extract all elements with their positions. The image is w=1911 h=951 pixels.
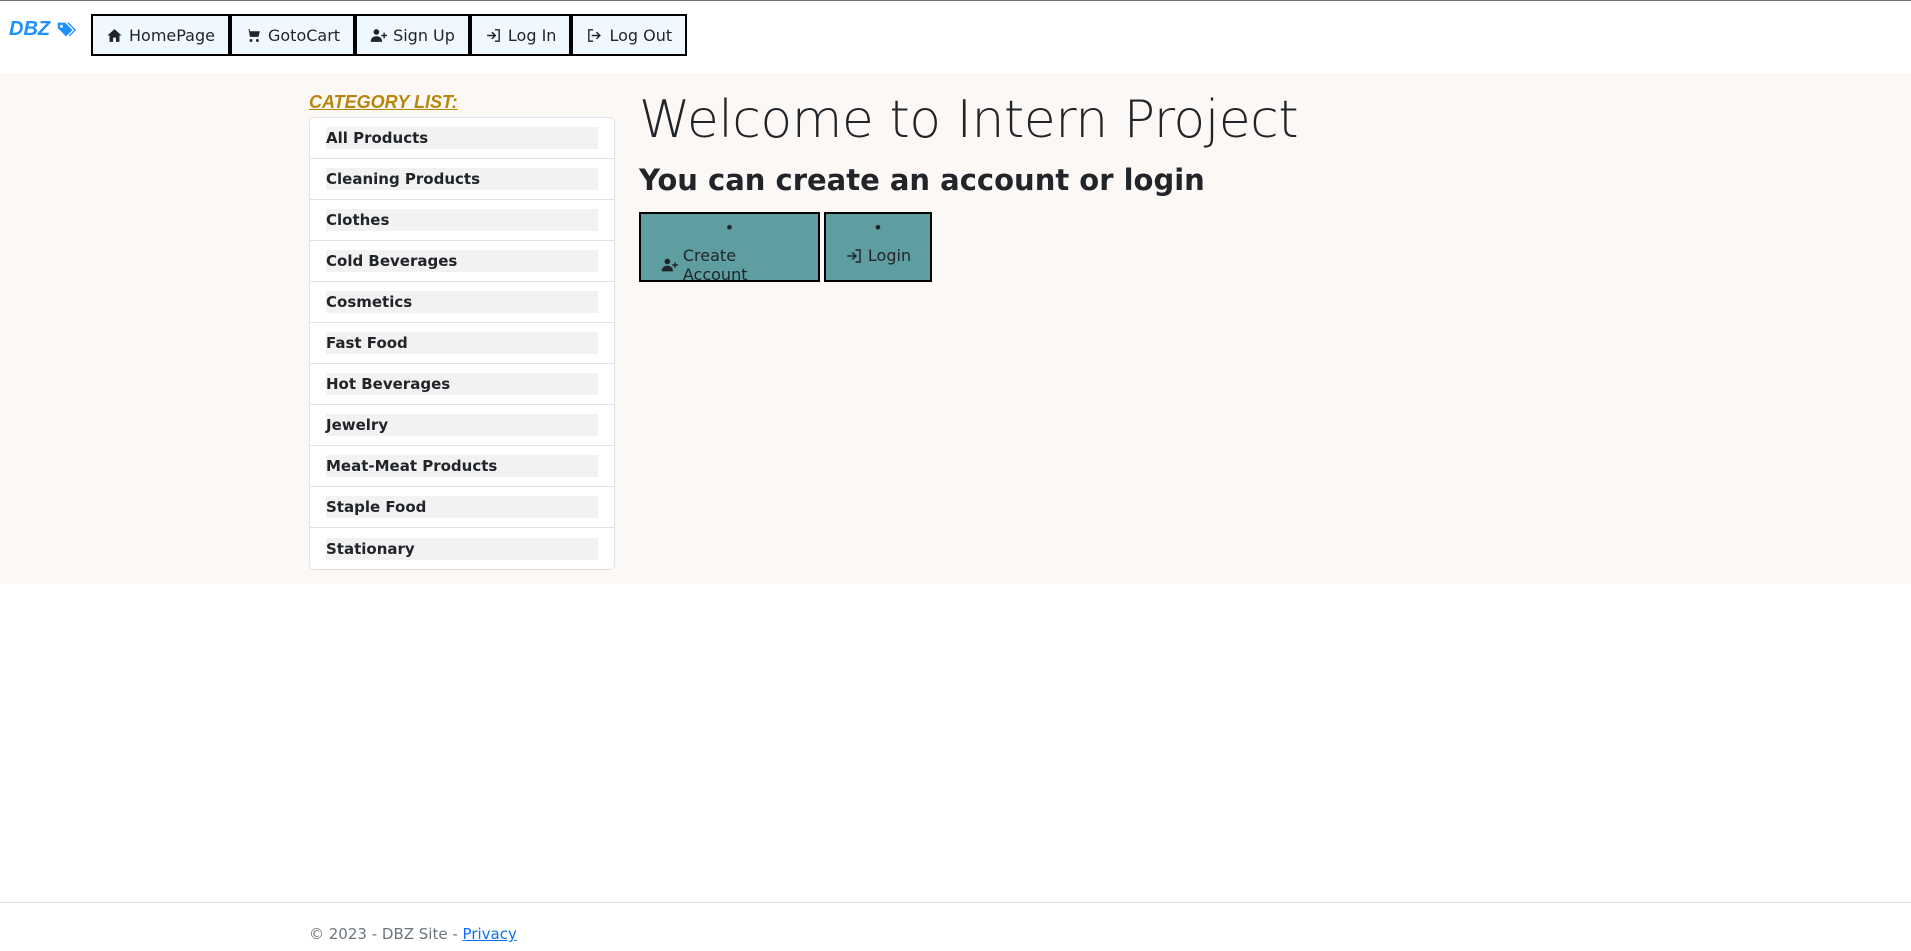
copyright-text: © 2023 - DBZ Site - <box>309 925 463 943</box>
category-item-label[interactable]: Jewelry <box>326 414 598 436</box>
footer: © 2023 - DBZ Site - Privacy <box>0 902 1911 951</box>
category-list-title: CATEGORY LIST: <box>309 92 458 112</box>
category-item-meat-products[interactable]: Meat-Meat Products <box>310 446 614 487</box>
login-button[interactable]: • Login <box>824 212 932 282</box>
category-item-staple-food[interactable]: Staple Food <box>310 487 614 528</box>
login-icon <box>487 28 500 42</box>
category-item-label[interactable]: Hot Beverages <box>326 373 598 395</box>
login-content: Login <box>845 246 911 265</box>
category-item-label[interactable]: Cosmetics <box>326 291 598 313</box>
footer-text: © 2023 - DBZ Site - Privacy <box>309 925 517 943</box>
homepage-label: HomePage <box>129 25 215 45</box>
brand-name[interactable]: DBZ <box>9 18 50 41</box>
page-subheading: You can create an account or login <box>639 163 1205 197</box>
signup-label: Sign Up <box>393 25 455 45</box>
privacy-link[interactable]: Privacy <box>463 925 517 943</box>
category-item-stationary[interactable]: Stationary <box>310 528 614 569</box>
user-plus-icon <box>370 28 388 42</box>
category-item-jewelry[interactable]: Jewelry <box>310 405 614 446</box>
brand-logo[interactable]: DBZ <box>9 18 77 41</box>
signup-button[interactable]: Sign Up <box>355 14 470 56</box>
user-plus-icon <box>661 258 678 272</box>
logout-icon <box>588 28 602 42</box>
create-account-label: Create Account <box>682 246 748 284</box>
gotocart-label: GotoCart <box>267 25 341 45</box>
category-item-label[interactable]: Meat-Meat Products <box>326 455 598 477</box>
action-button-group: • Create Account • Login <box>639 212 932 284</box>
bullet-marker: • <box>724 218 735 237</box>
category-item-hot-beverages[interactable]: Hot Beverages <box>310 364 614 405</box>
category-item-cosmetics[interactable]: Cosmetics <box>310 282 614 323</box>
category-item-fast-food[interactable]: Fast Food <box>310 323 614 364</box>
login-icon <box>847 248 861 263</box>
category-item-label[interactable]: All Products <box>326 127 598 149</box>
category-item-cold-beverages[interactable]: Cold Beverages <box>310 241 614 282</box>
category-item-label[interactable]: Stationary <box>326 537 598 560</box>
home-icon <box>107 28 122 42</box>
category-item-label[interactable]: Fast Food <box>326 332 598 354</box>
category-item-label[interactable]: Cleaning Products <box>326 168 598 190</box>
nav-button-group: HomePage GotoCart Sign Up Log In Log Out <box>91 14 688 56</box>
cart-icon <box>246 28 260 42</box>
gotocart-button[interactable]: GotoCart <box>229 14 356 56</box>
create-account-content: Create Account <box>661 246 798 284</box>
category-item-clothes[interactable]: Clothes <box>310 200 614 241</box>
category-item-label[interactable]: Cold Beverages <box>326 250 598 272</box>
login-label: Login <box>867 246 912 265</box>
logout-button[interactable]: Log Out <box>571 14 688 56</box>
login-nav-button[interactable]: Log In <box>469 14 572 56</box>
homepage-button[interactable]: HomePage <box>91 14 230 56</box>
category-item-label[interactable]: Staple Food <box>326 496 598 518</box>
create-account-button[interactable]: • Create Account <box>639 212 820 284</box>
tags-icon <box>57 22 77 36</box>
login-nav-label: Log In <box>507 25 557 45</box>
top-navbar: DBZ HomePage GotoCart Sign Up Log In Log… <box>0 0 1911 74</box>
category-item-label[interactable]: Clothes <box>326 209 598 231</box>
category-item-all-products[interactable]: All Products <box>310 118 614 159</box>
category-list: All Products Cleaning Products Clothes C… <box>309 117 615 570</box>
bullet-marker: • <box>873 218 883 237</box>
logout-label: Log Out <box>609 25 673 45</box>
page-title: Welcome to Intern Project <box>639 90 1299 150</box>
category-item-cleaning-products[interactable]: Cleaning Products <box>310 159 614 200</box>
